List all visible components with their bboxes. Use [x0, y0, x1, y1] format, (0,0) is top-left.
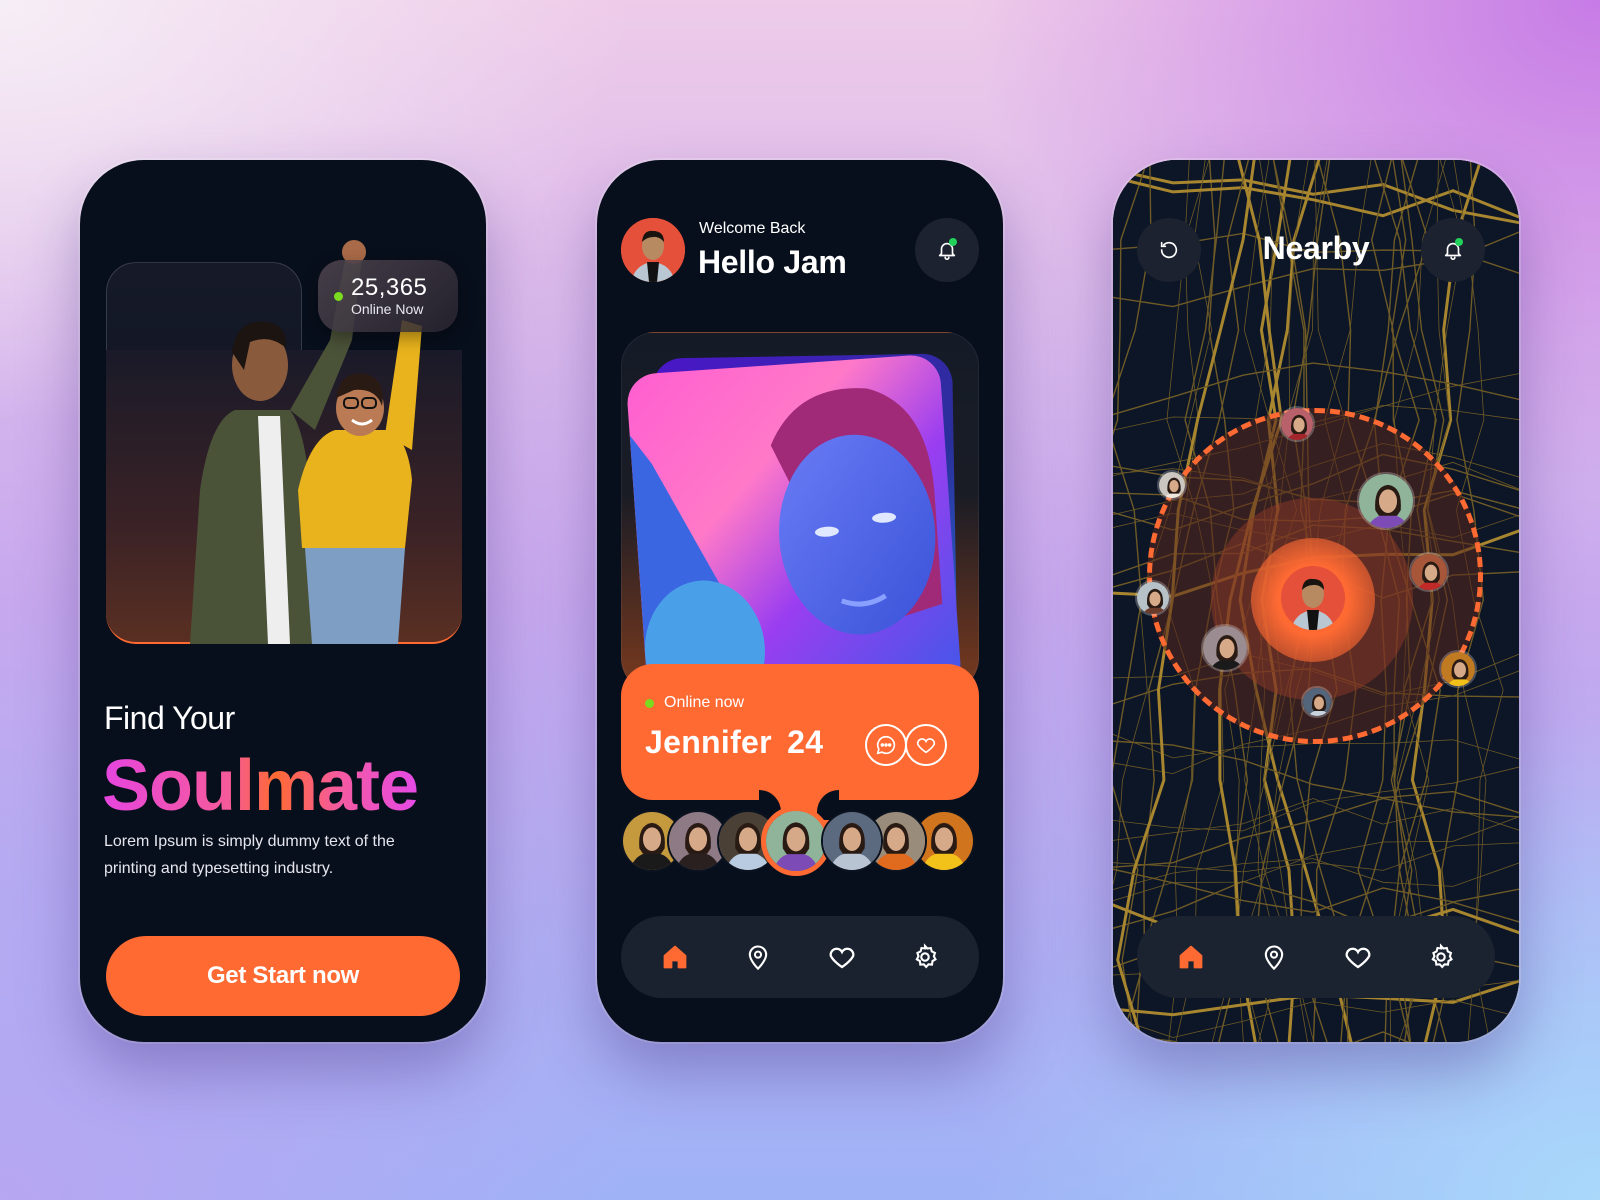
nav-favorites[interactable]	[1334, 933, 1382, 981]
nav-favorites[interactable]	[818, 933, 866, 981]
home-icon	[663, 945, 687, 969]
featured-profile-card[interactable]: Online now Jennifer 24	[621, 664, 979, 800]
home-icon	[1179, 945, 1203, 969]
gear-icon	[915, 943, 938, 969]
message-button[interactable]	[865, 724, 907, 766]
location-pin-icon	[749, 945, 768, 971]
notifications-button[interactable]	[1421, 218, 1485, 282]
heart-icon	[916, 738, 936, 754]
nav-location[interactable]	[734, 933, 782, 981]
bottom-nav	[621, 916, 979, 998]
bottom-nav	[1137, 916, 1495, 998]
nearby-person-marker[interactable]	[1279, 406, 1315, 442]
headline-line1: Find Your	[104, 700, 235, 736]
heart-icon	[1345, 947, 1371, 969]
heart-icon	[829, 947, 855, 969]
notification-dot	[949, 238, 957, 246]
location-pin-icon	[1265, 945, 1284, 971]
profile-name: Jennifer	[645, 724, 772, 760]
nav-home[interactable]	[1167, 933, 1215, 981]
nearby-person-marker[interactable]	[1301, 686, 1333, 718]
greeting-title: Hello Jam	[698, 244, 847, 280]
onboarding-screen: 25,365 Online Now Find Your Soulmate Lor…	[80, 160, 486, 1042]
online-count: 25,365	[351, 274, 428, 301]
nearby-person-marker[interactable]	[1157, 470, 1187, 500]
nearby-person-marker[interactable]	[1409, 552, 1449, 592]
nearby-person-marker[interactable]	[1135, 580, 1171, 616]
like-button[interactable]	[905, 724, 947, 766]
profile-carousel	[621, 806, 981, 876]
gear-icon	[1431, 943, 1454, 969]
profile-photo[interactable]	[625, 353, 963, 715]
nearby-person-marker[interactable]	[1357, 472, 1415, 530]
profile-age: 24	[787, 724, 824, 760]
headline-soulmate: Soulmate	[102, 746, 419, 826]
notification-dot	[1455, 238, 1463, 246]
get-started-button[interactable]: Get Start now	[106, 936, 460, 1016]
home-screen: Welcome Back Hello Jam Online now Jennif…	[597, 160, 1003, 1042]
user-avatar[interactable]	[621, 218, 685, 282]
online-indicator	[334, 291, 343, 301]
online-label: Online Now	[351, 301, 424, 317]
welcome-text: Welcome Back	[699, 220, 806, 237]
profile-name-age: Jennifer 24	[645, 724, 823, 761]
nav-home[interactable]	[651, 933, 699, 981]
chat-icon	[876, 735, 896, 755]
online-status-text: Online now	[664, 694, 745, 711]
carousel-avatar[interactable]	[821, 810, 883, 872]
nav-location[interactable]	[1250, 933, 1298, 981]
onboarding-description: Lorem Ipsum is simply dummy text of the …	[104, 833, 395, 877]
online-indicator	[645, 698, 654, 708]
nav-settings[interactable]	[901, 933, 949, 981]
nav-settings[interactable]	[1417, 933, 1465, 981]
online-status: Online now	[645, 694, 744, 712]
nearby-person-marker[interactable]	[1201, 624, 1249, 672]
notifications-button[interactable]	[915, 218, 979, 282]
current-user-marker[interactable]	[1281, 566, 1345, 630]
online-count-badge: 25,365 Online Now	[318, 260, 458, 332]
nearby-person-marker[interactable]	[1439, 650, 1477, 688]
nearby-screen: Nearby	[1113, 160, 1519, 1042]
